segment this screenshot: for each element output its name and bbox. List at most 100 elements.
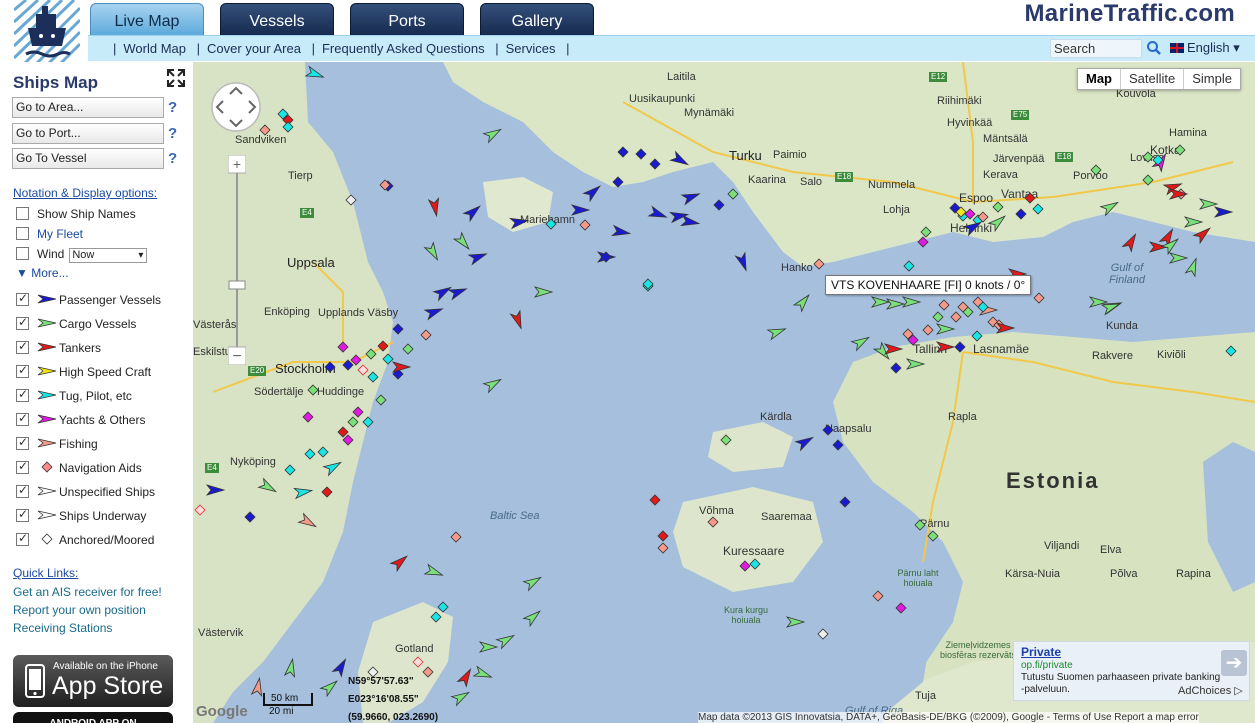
vessel-underway-marker[interactable] xyxy=(734,251,751,272)
vessel-underway-marker[interactable] xyxy=(582,182,603,203)
vessel-anchored-marker[interactable] xyxy=(649,158,661,170)
vessel-underway-marker[interactable] xyxy=(669,150,691,169)
checkbox[interactable] xyxy=(16,207,29,220)
fullscreen-icon[interactable] xyxy=(166,68,186,88)
help-icon[interactable]: ? xyxy=(168,150,177,167)
vessel-anchored-marker[interactable] xyxy=(922,324,934,336)
vessel-anchored-marker[interactable] xyxy=(304,448,316,460)
vessel-anchored-marker[interactable] xyxy=(194,504,206,516)
legend-item[interactable]: Navigation Aids xyxy=(16,459,142,477)
wind-option[interactable]: Wind Now xyxy=(16,247,148,263)
vessel-underway-marker[interactable] xyxy=(495,631,517,650)
nav-services[interactable]: Services xyxy=(506,41,556,56)
legend-item[interactable]: Passenger Vessels xyxy=(16,291,161,309)
vessel-anchored-marker[interactable] xyxy=(342,359,354,371)
vessel-anchored-marker[interactable] xyxy=(345,194,357,206)
vessel-underway-marker[interactable] xyxy=(570,204,591,216)
pan-control[interactable] xyxy=(210,81,262,133)
vessel-anchored-marker[interactable] xyxy=(375,394,387,406)
vessel-underway-marker[interactable] xyxy=(522,607,543,628)
vessel-anchored-marker[interactable] xyxy=(657,530,669,542)
legend-item[interactable]: Ships Underway xyxy=(16,507,146,525)
zoom-control[interactable]: + − xyxy=(228,155,246,365)
vessel-anchored-marker[interactable] xyxy=(927,530,939,542)
vessel-underway-marker[interactable] xyxy=(482,125,504,144)
vessel-anchored-marker[interactable] xyxy=(324,361,336,373)
app-store-badge[interactable]: Available on the iPhone App Store xyxy=(13,655,173,707)
map-type-simple[interactable]: Simple xyxy=(1184,69,1240,89)
vessel-underway-marker[interactable] xyxy=(427,197,442,218)
vessel-anchored-marker[interactable] xyxy=(920,226,932,238)
vessel-anchored-marker[interactable] xyxy=(992,201,1004,213)
adchoices-link[interactable]: AdChoices ▷ xyxy=(1178,684,1243,697)
vessel-anchored-marker[interactable] xyxy=(350,354,362,366)
vessel-anchored-marker[interactable] xyxy=(895,602,907,614)
vessel-anchored-marker[interactable] xyxy=(317,446,329,458)
android-badge[interactable]: ANDROID APP ON xyxy=(13,712,173,723)
vessel-anchored-marker[interactable] xyxy=(657,542,669,554)
vessel-underway-marker[interactable] xyxy=(792,292,813,313)
vessel-underway-marker[interactable] xyxy=(905,358,926,370)
vessel-underway-marker[interactable] xyxy=(205,484,226,496)
legend-checkbox[interactable] xyxy=(16,387,29,402)
vessel-underway-marker[interactable] xyxy=(533,286,554,298)
vessel-anchored-marker[interactable] xyxy=(914,519,926,531)
legend-item[interactable]: Tankers xyxy=(16,339,101,357)
vessel-underway-marker[interactable] xyxy=(509,309,526,330)
more-options-toggle[interactable]: ▼ More... xyxy=(16,266,69,280)
vessel-anchored-marker[interactable] xyxy=(1225,345,1237,357)
legend-item[interactable]: Anchored/Moored xyxy=(16,531,154,549)
vessel-anchored-marker[interactable] xyxy=(635,148,647,160)
vessel-anchored-marker[interactable] xyxy=(822,424,834,436)
vessel-underway-marker[interactable] xyxy=(935,341,956,353)
vessel-anchored-marker[interactable] xyxy=(302,411,314,423)
quick-link-report-position[interactable]: Report your own position xyxy=(13,603,146,617)
map-type-satellite[interactable]: Satellite xyxy=(1121,69,1185,89)
vessel-underway-marker[interactable] xyxy=(423,304,444,321)
vessel-anchored-marker[interactable] xyxy=(382,353,394,365)
vessel-anchored-marker[interactable] xyxy=(890,362,902,374)
vessel-underway-marker[interactable] xyxy=(450,688,472,707)
language-selector[interactable]: English ▾ xyxy=(1170,40,1240,56)
vessel-underway-marker[interactable] xyxy=(283,657,298,678)
legend-checkbox[interactable] xyxy=(16,531,29,546)
vessel-anchored-marker[interactable] xyxy=(244,511,256,523)
help-icon[interactable]: ? xyxy=(168,125,177,142)
vessel-underway-marker[interactable] xyxy=(319,677,340,698)
vessel-underway-marker[interactable] xyxy=(850,333,872,352)
vessel-underway-marker[interactable] xyxy=(389,552,410,573)
legend-item[interactable]: Tug, Pilot, etc xyxy=(16,387,132,405)
my-fleet-option[interactable]: My Fleet xyxy=(16,227,83,243)
vessel-underway-marker[interactable] xyxy=(647,205,668,222)
vessel-anchored-marker[interactable] xyxy=(307,384,319,396)
vessel-anchored-marker[interactable] xyxy=(813,258,825,270)
vessel-underway-marker[interactable] xyxy=(1121,232,1140,253)
vessel-anchored-marker[interactable] xyxy=(430,611,442,623)
vessel-anchored-marker[interactable] xyxy=(402,343,414,355)
notation-display-title[interactable]: Notation & Display options: xyxy=(13,186,157,200)
vessel-underway-marker[interactable] xyxy=(935,323,956,335)
vessel-underway-marker[interactable] xyxy=(885,298,906,310)
vessel-anchored-marker[interactable] xyxy=(817,628,829,640)
brand-title[interactable]: MarineTraffic.com xyxy=(1025,0,1236,28)
legend-checkbox[interactable] xyxy=(16,339,29,354)
vessel-underway-marker[interactable] xyxy=(297,512,319,531)
vessel-anchored-marker[interactable] xyxy=(739,560,751,572)
legend-checkbox[interactable] xyxy=(16,435,29,450)
vessel-anchored-marker[interactable] xyxy=(1142,151,1154,163)
vessel-underway-marker[interactable] xyxy=(611,224,632,239)
vessel-anchored-marker[interactable] xyxy=(1090,164,1102,176)
vessel-underway-marker[interactable] xyxy=(680,214,701,229)
legend-item[interactable]: Cargo Vessels xyxy=(16,315,136,333)
vessel-anchored-marker[interactable] xyxy=(377,340,389,352)
vessel-underway-marker[interactable] xyxy=(257,477,279,496)
nav-cover-your-area[interactable]: Cover your Area xyxy=(207,41,301,56)
vessel-anchored-marker[interactable] xyxy=(579,219,591,231)
goto-area-field[interactable]: Go to Area... xyxy=(12,97,164,118)
marinetraffic-logo-icon[interactable] xyxy=(14,0,80,66)
vessel-anchored-marker[interactable] xyxy=(917,236,929,248)
help-icon[interactable]: ? xyxy=(168,99,177,116)
vessel-underway-marker[interactable] xyxy=(680,189,701,206)
vessel-underway-marker[interactable] xyxy=(509,216,530,230)
vessel-anchored-marker[interactable] xyxy=(437,601,449,613)
